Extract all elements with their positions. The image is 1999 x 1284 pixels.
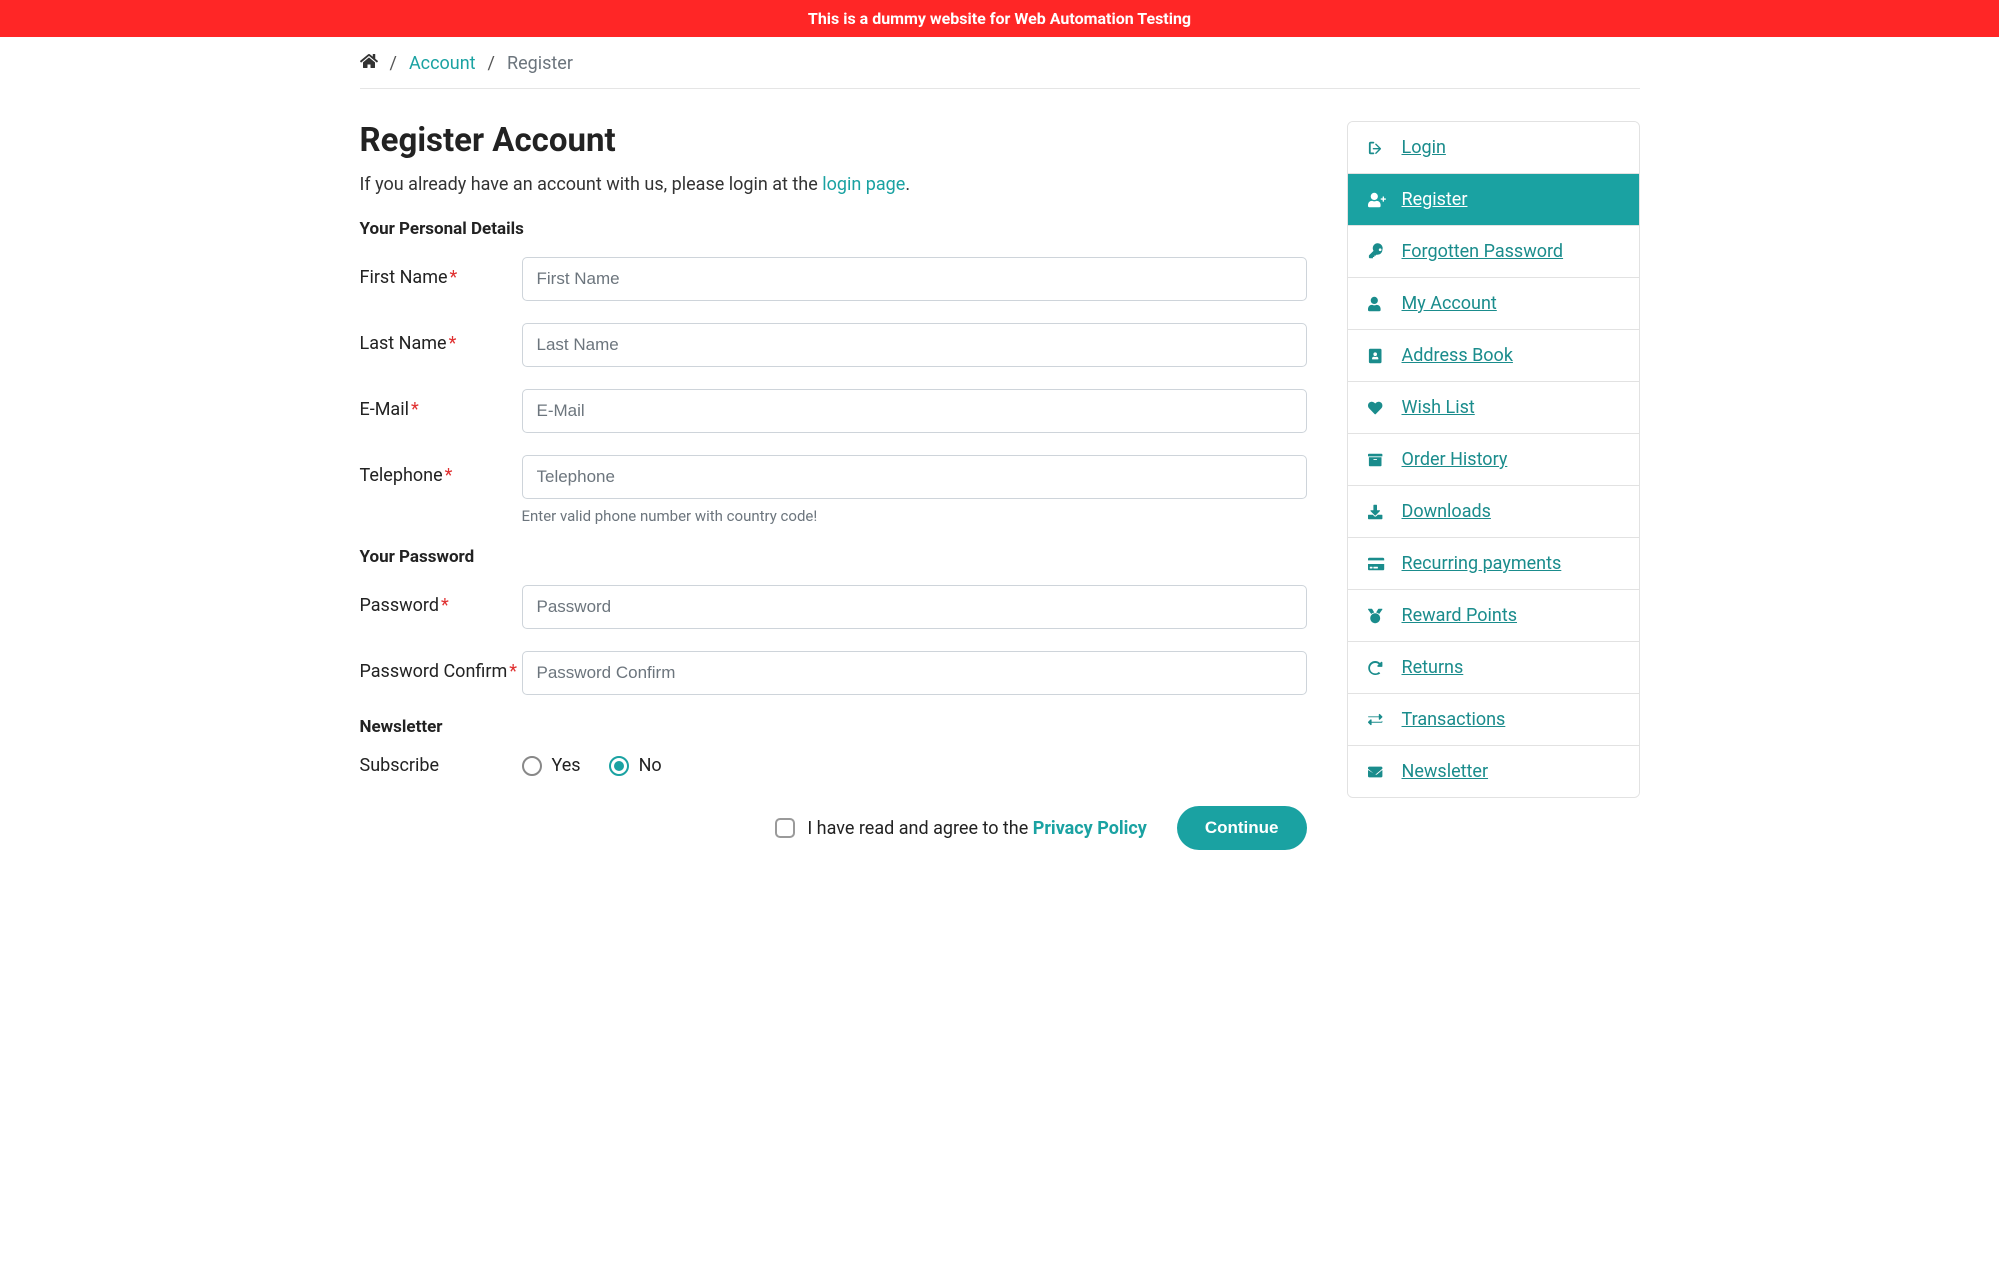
label-email: E-Mail* [360, 389, 522, 420]
sidebar-item-label: Login [1402, 137, 1446, 158]
address-book-icon [1366, 347, 1388, 365]
agree-text: I have read and agree to the Privacy Pol… [807, 818, 1147, 839]
password-confirm-field[interactable] [522, 651, 1307, 695]
sidebar-item-label: Transactions [1402, 709, 1506, 730]
required-marker: * [445, 465, 453, 486]
legend-personal: Your Personal Details [360, 219, 1307, 239]
sidebar-item-wish-list[interactable]: Wish List [1348, 382, 1639, 434]
radio-label: No [639, 755, 662, 776]
breadcrumb-current: Register [507, 53, 573, 74]
radio-label: Yes [552, 755, 581, 776]
label-text: Telephone [360, 465, 443, 486]
sidebar-list: Login Register Forgotten Password My Accoun… [1347, 121, 1640, 798]
sidebar-item-label: Address Book [1402, 345, 1513, 366]
breadcrumb-home[interactable] [360, 53, 378, 74]
sidebar-item-label: My Account [1402, 293, 1497, 314]
label-text: Password [360, 595, 440, 616]
agree-prefix: I have read and agree to the [807, 818, 1032, 839]
sidebar-item-order-history[interactable]: Order History [1348, 434, 1639, 486]
subscribe-yes-radio[interactable]: Yes [522, 755, 581, 776]
legend-password: Your Password [360, 547, 1307, 567]
heart-icon [1366, 399, 1388, 417]
required-marker: * [509, 661, 517, 682]
sidebar-item-label: Downloads [1402, 501, 1491, 522]
agree-checkbox[interactable] [775, 818, 795, 838]
exchange-icon [1366, 711, 1388, 729]
sidebar-item-reward-points[interactable]: Reward Points [1348, 590, 1639, 642]
download-icon [1366, 503, 1388, 521]
sidebar-item-register[interactable]: Register [1348, 174, 1639, 226]
intro-text: If you already have an account with us, … [360, 174, 1307, 195]
password-field[interactable] [522, 585, 1307, 629]
intro-prefix: If you already have an account with us, … [360, 174, 823, 195]
label-last-name: Last Name* [360, 323, 522, 354]
form-footer: I have read and agree to the Privacy Pol… [360, 806, 1307, 850]
undo-icon [1366, 659, 1388, 677]
breadcrumb-sep: / [488, 53, 495, 74]
label-telephone: Telephone* [360, 455, 522, 486]
privacy-policy-link[interactable]: Privacy Policy [1033, 818, 1147, 839]
required-marker: * [441, 595, 449, 616]
intro-suffix: . [905, 174, 910, 195]
first-name-field[interactable] [522, 257, 1307, 301]
email-field[interactable] [522, 389, 1307, 433]
label-text: Last Name [360, 333, 447, 354]
subscribe-no-radio[interactable]: No [609, 755, 662, 776]
telephone-field[interactable] [522, 455, 1307, 499]
sidebar-item-login[interactable]: Login [1348, 122, 1639, 174]
last-name-field[interactable] [522, 323, 1307, 367]
required-marker: * [449, 333, 457, 354]
main-content: Register Account If you already have an … [360, 121, 1307, 850]
continue-button[interactable]: Continue [1177, 806, 1307, 850]
label-password-confirm: Password Confirm* [360, 651, 522, 682]
envelope-icon [1366, 763, 1388, 781]
radio-icon [609, 756, 629, 776]
breadcrumb-account[interactable]: Account [409, 53, 476, 74]
box-icon [1366, 451, 1388, 469]
sidebar-item-transactions[interactable]: Transactions [1348, 694, 1639, 746]
banner: This is a dummy website for Web Automati… [0, 0, 1999, 37]
breadcrumb: / Account / Register [360, 37, 1640, 89]
required-marker: * [411, 399, 419, 420]
sidebar-item-label: Recurring payments [1402, 553, 1562, 574]
page-title: Register Account [360, 121, 1307, 160]
key-icon [1366, 243, 1388, 261]
sidebar-item-label: Reward Points [1402, 605, 1518, 626]
banner-text: This is a dummy website for Web Automati… [808, 9, 1191, 28]
sidebar-item-label: Returns [1402, 657, 1464, 678]
legend-newsletter: Newsletter [360, 717, 1307, 737]
login-icon [1366, 139, 1388, 157]
sidebar-item-forgotten-password[interactable]: Forgotten Password [1348, 226, 1639, 278]
subscribe-radio-group: Yes No [522, 755, 1307, 776]
telephone-help: Enter valid phone number with country co… [522, 507, 1307, 525]
medal-icon [1366, 607, 1388, 625]
sidebar-item-downloads[interactable]: Downloads [1348, 486, 1639, 538]
label-password: Password* [360, 585, 522, 616]
sidebar-item-label: Newsletter [1402, 761, 1489, 782]
sidebar-item-my-account[interactable]: My Account [1348, 278, 1639, 330]
sidebar-item-newsletter[interactable]: Newsletter [1348, 746, 1639, 797]
agree-wrap: I have read and agree to the Privacy Pol… [775, 818, 1147, 839]
label-text: E-Mail [360, 399, 409, 420]
sidebar-item-label: Forgotten Password [1402, 241, 1564, 262]
user-plus-icon [1366, 191, 1388, 209]
breadcrumb-sep: / [390, 53, 397, 74]
label-subscribe: Subscribe [360, 755, 522, 776]
sidebar: Login Register Forgotten Password My Accoun… [1347, 121, 1640, 850]
credit-card-icon [1366, 555, 1388, 573]
required-marker: * [450, 267, 458, 288]
label-text: Password Confirm [360, 661, 508, 682]
sidebar-item-label: Wish List [1402, 397, 1475, 418]
radio-icon [522, 756, 542, 776]
label-first-name: First Name* [360, 257, 522, 288]
sidebar-item-recurring-payments[interactable]: Recurring payments [1348, 538, 1639, 590]
sidebar-item-returns[interactable]: Returns [1348, 642, 1639, 694]
login-page-link[interactable]: login page [822, 174, 905, 195]
user-icon [1366, 295, 1388, 313]
sidebar-item-label: Register [1402, 189, 1468, 210]
sidebar-item-address-book[interactable]: Address Book [1348, 330, 1639, 382]
home-icon [360, 53, 378, 74]
sidebar-item-label: Order History [1402, 449, 1508, 470]
label-text: First Name [360, 267, 448, 288]
